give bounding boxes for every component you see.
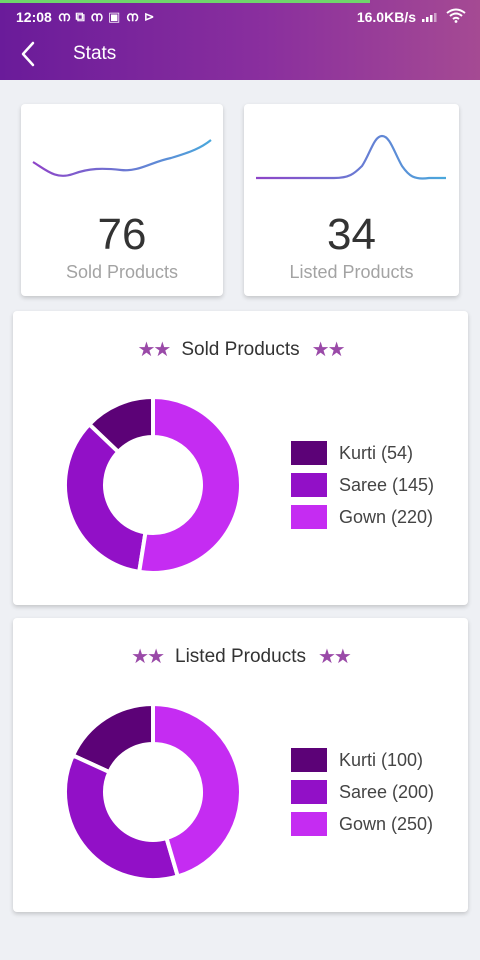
chart-legend: Kurti (100) Saree (200) Gown (250) (291, 744, 434, 840)
listed-count: 34 (327, 210, 376, 259)
sold-count: 76 (97, 210, 147, 259)
sold-label: Sold Products (65, 262, 179, 282)
legend-label: Saree (145) (339, 474, 435, 495)
swatch-saree (291, 473, 327, 497)
back-button[interactable] (20, 36, 68, 72)
legend-item-saree[interactable]: Saree (200) (291, 776, 434, 808)
legend-item-gown[interactable]: Gown (220) (291, 501, 434, 533)
status-time: 12:08 (16, 9, 52, 25)
stars-icon: ★★ (137, 339, 171, 361)
legend-item-kurti[interactable]: Kurti (54) (291, 437, 434, 469)
sold-donut-chart (63, 395, 243, 575)
listed-products-chart-card: ★★ Listed Products ★★ Kurti (100) Saree … (13, 618, 468, 912)
listed-summary-card[interactable]: 34 Listed Products (244, 104, 459, 296)
top-bar: 12:08 ന ⧉ ന ▣ ന ⊳ 16.0KB/s Stats (0, 0, 480, 80)
sold-summary-card[interactable]: 76 Sold Products (21, 104, 223, 296)
notification-icons: ന ⧉ ന ▣ ന ⊳ (57, 9, 156, 24)
chart-title: ★★ Listed Products ★★ (13, 644, 468, 669)
swatch-kurti (291, 441, 327, 465)
swatch-kurti (291, 748, 327, 772)
legend-item-gown[interactable]: Gown (250) (291, 808, 434, 840)
chart-title: ★★ Sold Products ★★ (13, 337, 468, 362)
loading-indicator (0, 0, 370, 3)
legend-label: Saree (200) (339, 781, 435, 802)
signal-icon (422, 9, 440, 25)
legend-item-saree[interactable]: Saree (145) (291, 469, 434, 501)
chart-title-text: Sold Products (181, 338, 300, 360)
donut-slice-saree[interactable] (63, 421, 148, 575)
stars-icon: ★★ (131, 646, 165, 668)
swatch-gown (291, 812, 327, 836)
donut-slice-gown[interactable] (136, 395, 243, 575)
sold-sparkline (32, 139, 212, 177)
status-bar: 12:08 ന ⧉ ന ▣ ന ⊳ 16.0KB/s (0, 4, 480, 30)
chevron-left-icon (21, 41, 35, 67)
stars-icon: ★★ (311, 339, 346, 361)
legend-label: Gown (250) (339, 813, 434, 834)
stars-icon: ★★ (317, 646, 352, 668)
donut-slice-saree[interactable] (63, 752, 181, 882)
legend-label: Kurti (54) (339, 442, 414, 463)
network-speed: 16.0KB/s (356, 9, 416, 25)
legend-item-kurti[interactable]: Kurti (100) (291, 744, 434, 776)
app-bar: Stats (0, 36, 480, 72)
listed-label: Listed Products (289, 262, 414, 282)
listed-donut-chart (63, 702, 243, 882)
swatch-saree (291, 780, 327, 804)
legend-label: Kurti (100) (339, 749, 424, 770)
swatch-gown (291, 505, 327, 529)
listed-sparkline (256, 134, 446, 180)
chart-title-text: Listed Products (175, 645, 306, 667)
wifi-icon (446, 8, 466, 26)
chart-legend: Kurti (54) Saree (145) Gown (220) (291, 437, 434, 533)
page-title: Stats (73, 43, 117, 64)
sold-products-chart-card: ★★ Sold Products ★★ Kurti (54) Saree (14… (13, 311, 468, 605)
legend-label: Gown (220) (339, 506, 434, 527)
